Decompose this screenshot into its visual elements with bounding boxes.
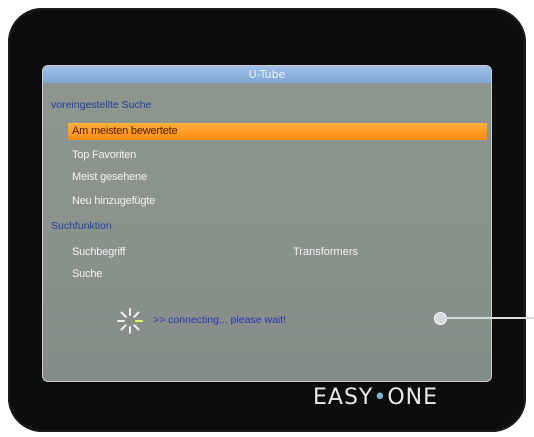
utube-window: U-Tube voreingestellte Suche Am meisten … <box>42 65 492 382</box>
menu-item-top-favorites[interactable]: Top Favoriten <box>72 149 136 161</box>
connection-status: >> connecting... please wait! <box>153 314 287 326</box>
section-search-function: Suchfunktion <box>51 220 112 232</box>
loading-spinner-icon <box>117 308 143 334</box>
menu-item-newly-added[interactable]: Neu hinzugefügte <box>72 195 155 207</box>
search-term-value[interactable]: Transformers <box>293 246 358 258</box>
section-preset-search: voreingestellte Suche <box>51 99 152 111</box>
brand-logo-left: EASY <box>313 385 374 410</box>
menu-item-most-viewed[interactable]: Meist gesehene <box>72 171 147 183</box>
menu-item-most-rated[interactable]: Am meisten bewertete <box>68 123 487 140</box>
window-title: U-Tube <box>43 66 491 83</box>
search-button[interactable]: Suche <box>72 268 102 280</box>
brand-logo: EASY•ONE <box>313 385 438 410</box>
brand-logo-dot: • <box>373 385 388 410</box>
brand-logo-right: ONE <box>387 385 439 410</box>
callout-line <box>446 317 534 319</box>
search-term-label[interactable]: Suchbegriff <box>72 246 125 258</box>
